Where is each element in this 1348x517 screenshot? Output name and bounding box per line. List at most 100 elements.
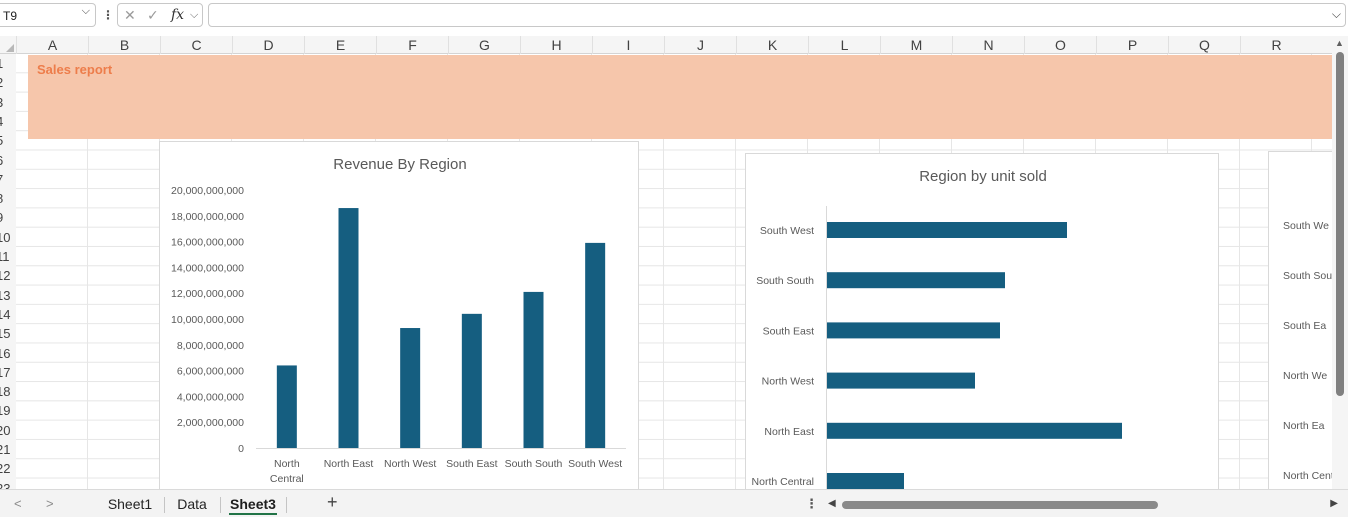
- row-header[interactable]: 3: [0, 93, 16, 112]
- column-header[interactable]: Q: [1168, 36, 1240, 54]
- x-tick-label: Central: [270, 473, 304, 485]
- revenue-chart-svg: Revenue By Region 0 2,000,000,000 4,000,000…: [171, 156, 626, 485]
- column-header[interactable]: C: [160, 36, 232, 54]
- column-header[interactable]: L: [808, 36, 880, 54]
- column-header[interactable]: H: [520, 36, 592, 54]
- y-tick-label: 0: [238, 443, 244, 455]
- column-header[interactable]: B: [88, 36, 160, 54]
- chevron-down-icon[interactable]: ⌵: [82, 5, 90, 18]
- bar: [827, 322, 1000, 339]
- name-box[interactable]: T9 ⌵: [0, 3, 96, 27]
- row-headers: 1234567891011121314151617181920212223: [0, 54, 16, 489]
- column-header[interactable]: G: [448, 36, 520, 54]
- row-header[interactable]: 22: [0, 459, 16, 478]
- column-header[interactable]: N: [952, 36, 1024, 54]
- column-header[interactable]: A: [16, 36, 88, 54]
- more-options-icon[interactable]: ⋮: [805, 496, 818, 512]
- y-tick-label: North We: [1283, 370, 1327, 382]
- y-tick-label: South South: [756, 275, 814, 287]
- row-header[interactable]: 23: [0, 479, 16, 489]
- column-header[interactable]: K: [736, 36, 808, 54]
- column-header[interactable]: F: [376, 36, 448, 54]
- select-all-button[interactable]: [0, 36, 16, 54]
- row-header[interactable]: 12: [0, 266, 16, 285]
- column-header[interactable]: E: [304, 36, 376, 54]
- x-tick-label: South South: [505, 458, 563, 470]
- prev-sheet-icon[interactable]: <: [14, 496, 22, 511]
- column-header[interactable]: I: [592, 36, 664, 54]
- row-header[interactable]: 18: [0, 382, 16, 401]
- y-tick-label: South East: [763, 325, 814, 337]
- column-header[interactable]: D: [232, 36, 304, 54]
- scroll-right-icon[interactable]: ▶: [1330, 498, 1338, 509]
- row-header[interactable]: 6: [0, 151, 16, 170]
- third-chart[interactable]: South We South Sou South Ea North We North E…: [1268, 151, 1338, 491]
- next-sheet-icon[interactable]: >: [46, 496, 54, 511]
- bar: [338, 208, 359, 448]
- vertical-scroll-thumb[interactable]: [1336, 52, 1344, 396]
- bar: [827, 222, 1067, 238]
- row-header[interactable]: 17: [0, 363, 16, 382]
- formula-input[interactable]: ⌵: [208, 3, 1346, 27]
- tab-sheet1[interactable]: Sheet1: [102, 493, 158, 515]
- row-header[interactable]: 5: [0, 131, 16, 150]
- add-sheet-button[interactable]: +: [327, 492, 338, 513]
- bar: [400, 328, 421, 448]
- column-header[interactable]: J: [664, 36, 736, 54]
- row-header[interactable]: 11: [0, 247, 16, 266]
- bar: [523, 291, 544, 448]
- x-tick-label: North: [274, 458, 300, 470]
- row-header[interactable]: 4: [0, 112, 16, 131]
- column-header[interactable]: P: [1096, 36, 1168, 54]
- y-tick-label: South West: [760, 225, 814, 237]
- row-header[interactable]: 15: [0, 324, 16, 343]
- chevron-down-icon[interactable]: ⌵: [190, 9, 198, 22]
- row-header[interactable]: 8: [0, 189, 16, 208]
- cancel-icon[interactable]: ✕: [124, 7, 136, 24]
- row-header[interactable]: 16: [0, 344, 16, 363]
- sheet-tab-bar: < > Sheet1 Data Sheet3 + ⋮ ◀ ▶: [0, 489, 1348, 517]
- row-header[interactable]: 13: [0, 286, 16, 305]
- insert-function-icon[interactable]: fx: [171, 7, 184, 23]
- expand-formula-icon[interactable]: ⌵: [1332, 7, 1341, 22]
- row-header[interactable]: 20: [0, 421, 16, 440]
- column-header[interactable]: M: [880, 36, 952, 54]
- row-header[interactable]: 21: [0, 440, 16, 459]
- tab-divider: [220, 497, 221, 513]
- y-tick-label: South We: [1283, 220, 1329, 232]
- chart-title: Region by unit sold: [919, 168, 1047, 185]
- horizontal-scroll-thumb[interactable]: [842, 501, 1158, 509]
- more-options-icon[interactable]: ⋮: [102, 8, 114, 22]
- row-header[interactable]: 2: [0, 73, 16, 92]
- row-header[interactable]: 7: [0, 170, 16, 189]
- tab-sheet3[interactable]: Sheet3: [225, 493, 281, 515]
- y-tick-label: North Centr: [1283, 470, 1333, 482]
- horizontal-scrollbar[interactable]: ◀ ▶: [826, 498, 1338, 511]
- tab-data[interactable]: Data: [170, 493, 214, 515]
- row-header[interactable]: 1: [0, 54, 16, 73]
- y-tick-label: 8,000,000,000: [177, 340, 244, 352]
- column-headers: ABCDEFGHIJKLMNOPQR: [0, 36, 1332, 54]
- row-header[interactable]: 19: [0, 401, 16, 420]
- formula-actions: ✕ ✓ fx ⌵: [117, 3, 203, 27]
- revenue-chart[interactable]: Revenue By Region 0 2,000,000,000 4,000,000…: [159, 141, 639, 491]
- formula-bar: T9 ⌵ ⋮ ✕ ✓ fx ⌵ ⌵: [0, 0, 1348, 32]
- y-tick-label: 18,000,000,000: [171, 211, 244, 223]
- enter-icon[interactable]: ✓: [147, 7, 159, 24]
- scroll-up-icon[interactable]: ▲: [1335, 38, 1344, 48]
- y-tick-label: North East: [764, 426, 814, 438]
- vertical-scrollbar[interactable]: ▲: [1332, 36, 1348, 489]
- row-header[interactable]: 10: [0, 228, 16, 247]
- units-chart[interactable]: Region by unit sold South West South South…: [745, 153, 1219, 492]
- column-header[interactable]: O: [1024, 36, 1096, 54]
- y-tick-label: South Sou: [1283, 270, 1332, 282]
- row-header[interactable]: 9: [0, 208, 16, 227]
- bar: [827, 473, 904, 489]
- row-header[interactable]: 14: [0, 305, 16, 324]
- scroll-left-icon[interactable]: ◀: [828, 498, 836, 509]
- column-header[interactable]: R: [1240, 36, 1312, 54]
- x-tick-label: South East: [446, 458, 497, 470]
- name-box-value: T9: [3, 9, 18, 23]
- y-tick-label: 20,000,000,000: [171, 185, 244, 197]
- units-chart-svg: Region by unit sold South West South South…: [752, 168, 1122, 492]
